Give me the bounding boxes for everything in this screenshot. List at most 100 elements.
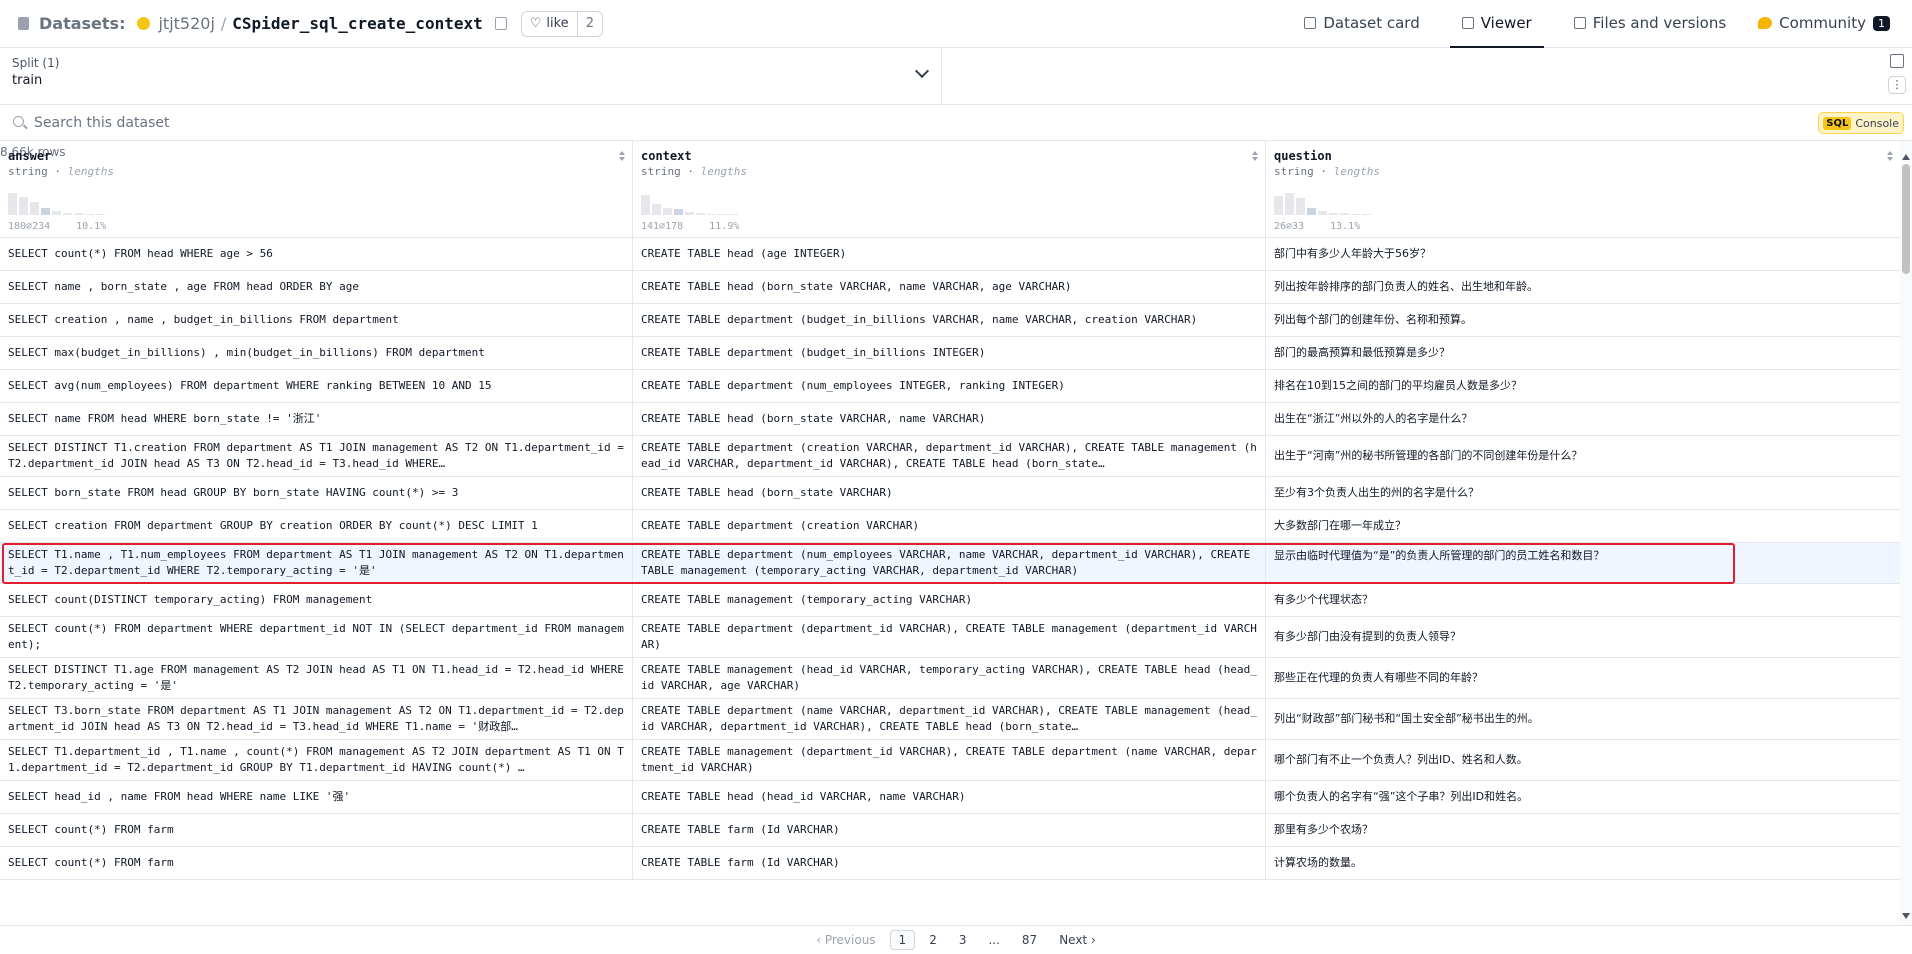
owner-link[interactable]: jtjt520j	[158, 14, 214, 33]
context-cell[interactable]: CREATE TABLE head (born_state VARCHAR, n…	[633, 271, 1266, 303]
scroll-thumb[interactable]	[1902, 164, 1910, 274]
context-cell[interactable]: CREATE TABLE head (born_state VARCHAR, n…	[633, 403, 1266, 435]
histogram-bar[interactable]	[1351, 214, 1360, 215]
answer-cell[interactable]: SELECT T3.born_state FROM department AS …	[0, 699, 633, 739]
answer-cell[interactable]: SELECT DISTINCT T1.age FROM management A…	[0, 658, 633, 698]
histogram-bar[interactable]	[652, 204, 661, 215]
tab-viewer[interactable]: Viewer	[1449, 0, 1544, 48]
histogram-bar[interactable]	[1318, 211, 1327, 215]
context-cell[interactable]: CREATE TABLE department (creation VARCHA…	[633, 436, 1266, 476]
sql-console-button[interactable]: SQL Console	[1818, 112, 1904, 134]
table-row[interactable]: SELECT count(DISTINCT temporary_acting) …	[0, 584, 1900, 617]
context-cell[interactable]: CREATE TABLE head (age INTEGER)	[633, 238, 1266, 270]
copy-icon[interactable]	[494, 17, 507, 30]
table-row[interactable]: SELECT name FROM head WHERE born_state !…	[0, 403, 1900, 436]
repo-name-link[interactable]: CSpider_sql_create_context	[232, 14, 482, 33]
table-row[interactable]: SELECT name , born_state , age FROM head…	[0, 271, 1900, 304]
sort-icon[interactable]	[1252, 151, 1259, 161]
histogram-bar[interactable]	[19, 197, 28, 215]
question-cell[interactable]: 部门的最高预算和最低预算是多少？	[1266, 337, 1900, 369]
question-cell[interactable]: 列出“财政部”部门秘书和“国土安全部”秘书出生的州。	[1266, 699, 1900, 739]
tab-files-and-versions[interactable]: Files and versions	[1572, 0, 1728, 48]
histogram-bar[interactable]	[8, 193, 17, 215]
question-cell[interactable]: 列出按年龄排序的部门负责人的姓名、出生地和年龄。	[1266, 271, 1900, 303]
column-header-context[interactable]: context string · lengths 141⌀178 11.9%	[633, 141, 1266, 238]
more-options-icon[interactable]: ⋮	[1888, 76, 1906, 94]
context-cell[interactable]: CREATE TABLE department (num_employees I…	[633, 370, 1266, 402]
answer-cell[interactable]: SELECT head_id , name FROM head WHERE na…	[0, 781, 633, 813]
answer-cell[interactable]: SELECT max(budget_in_billions) , min(bud…	[0, 337, 633, 369]
table-row[interactable]: SELECT creation , name , budget_in_billi…	[0, 304, 1900, 337]
context-cell[interactable]: CREATE TABLE department (budget_in_billi…	[633, 337, 1266, 369]
table-scrollbar[interactable]	[1900, 141, 1912, 925]
histogram-bar[interactable]	[1285, 193, 1294, 215]
context-cell[interactable]: CREATE TABLE department (creation VARCHA…	[633, 510, 1266, 542]
question-cell[interactable]: 计算农场的数量。	[1266, 847, 1900, 879]
question-cell[interactable]: 有多少个代理状态？	[1266, 584, 1900, 616]
table-row[interactable]: SELECT creation FROM department GROUP BY…	[0, 510, 1900, 543]
table-row[interactable]: SELECT count(*) FROM department WHERE de…	[0, 617, 1900, 658]
answer-cell[interactable]: SELECT T1.department_id , T1.name , coun…	[0, 740, 633, 780]
table-row[interactable]: SELECT count(*) FROM head WHERE age > 56…	[0, 238, 1900, 271]
question-cell[interactable]: 那里有多少个农场？	[1266, 814, 1900, 846]
table-row[interactable]: SELECT count(*) FROM farm CREATE TABLE fa…	[0, 814, 1900, 847]
split-select[interactable]: Split (1) train · 8.66k rows	[0, 48, 942, 159]
sort-icon[interactable]	[1887, 151, 1894, 161]
histogram-bar[interactable]	[85, 214, 94, 215]
answer-cell[interactable]: SELECT creation , name , budget_in_billi…	[0, 304, 633, 336]
histogram-bar[interactable]	[685, 212, 694, 215]
tab-community[interactable]: Community 1	[1756, 0, 1892, 48]
histogram-bar[interactable]	[1340, 213, 1349, 215]
sidebar-toggle-icon[interactable]	[1890, 54, 1904, 68]
context-cell[interactable]: CREATE TABLE department (name VARCHAR, d…	[633, 699, 1266, 739]
page-button[interactable]: 2	[921, 931, 945, 949]
histogram-bar[interactable]	[1362, 214, 1371, 215]
histogram-bar[interactable]	[663, 208, 672, 215]
answer-cell[interactable]: SELECT T1.name , T1.num_employees FROM d…	[0, 543, 633, 583]
context-cell[interactable]: CREATE TABLE department (department_id V…	[633, 617, 1266, 657]
context-cell[interactable]: CREATE TABLE farm (Id VARCHAR)	[633, 847, 1266, 879]
table-row[interactable]: SELECT DISTINCT T1.creation FROM departm…	[0, 436, 1900, 477]
page-button[interactable]: 1	[889, 930, 916, 950]
question-cell[interactable]: 哪个部门有不止一个负责人？列出ID、姓名和人数。	[1266, 740, 1900, 780]
answer-cell[interactable]: SELECT name , born_state , age FROM head…	[0, 271, 633, 303]
datasets-label[interactable]: Datasets:	[39, 14, 125, 33]
table-row[interactable]: SELECT born_state FROM head GROUP BY bor…	[0, 477, 1900, 510]
answer-cell[interactable]: SELECT count(*) FROM farm	[0, 814, 633, 846]
context-cell[interactable]: CREATE TABLE management (head_id VARCHAR…	[633, 658, 1266, 698]
page-button[interactable]: 87	[1014, 931, 1045, 949]
context-cell[interactable]: CREATE TABLE head (head_id VARCHAR, name…	[633, 781, 1266, 813]
histogram-bar[interactable]	[41, 208, 50, 215]
histogram-bar[interactable]	[674, 209, 683, 215]
histogram-bar[interactable]	[718, 214, 727, 215]
table-row[interactable]: SELECT T3.born_state FROM department AS …	[0, 699, 1900, 740]
question-cell[interactable]: 部门中有多少人年龄大于56岁？	[1266, 238, 1900, 270]
scroll-up-icon[interactable]	[1902, 154, 1910, 160]
column-header-question[interactable]: question string · lengths 26⌀33 13.1%	[1266, 141, 1900, 238]
context-cell[interactable]: CREATE TABLE management (temporary_actin…	[633, 584, 1266, 616]
previous-page-button[interactable]: ‹ Previous	[808, 931, 883, 949]
question-cell[interactable]: 显示由临时代理值为“是”的负责人所管理的部门的员工姓名和数目？	[1266, 543, 1900, 583]
histogram-bar[interactable]	[1296, 198, 1305, 215]
histogram-bar[interactable]	[707, 214, 716, 215]
question-cell[interactable]: 哪个负责人的名字有“强”这个子串？列出ID和姓名。	[1266, 781, 1900, 813]
histogram-bar[interactable]	[63, 213, 72, 215]
context-cell[interactable]: CREATE TABLE farm (Id VARCHAR)	[633, 814, 1266, 846]
answer-cell[interactable]: SELECT count(DISTINCT temporary_acting) …	[0, 584, 633, 616]
question-cell[interactable]: 出生于“河南”州的秘书所管理的各部门的不同创建年份是什么？	[1266, 436, 1900, 476]
tab-dataset-card[interactable]: Dataset card	[1302, 0, 1421, 48]
question-cell[interactable]: 大多数部门在哪一年成立？	[1266, 510, 1900, 542]
table-row[interactable]: SELECT head_id , name FROM head WHERE na…	[0, 781, 1900, 814]
answer-cell[interactable]: SELECT avg(num_employees) FROM departmen…	[0, 370, 633, 402]
next-page-button[interactable]: Next ›	[1051, 931, 1104, 949]
page-button[interactable]: 3	[951, 931, 975, 949]
context-cell[interactable]: CREATE TABLE department (num_employees V…	[633, 543, 1266, 583]
answer-cell[interactable]: SELECT born_state FROM head GROUP BY bor…	[0, 477, 633, 509]
question-cell[interactable]: 排名在10到15之间的部门的平均雇员人数是多少？	[1266, 370, 1900, 402]
histogram-bar[interactable]	[74, 213, 83, 215]
question-cell[interactable]: 至少有3个负责人出生的州的名字是什么？	[1266, 477, 1900, 509]
histogram-bar[interactable]	[1274, 196, 1283, 215]
table-row[interactable]: SELECT T1.name , T1.num_employees FROM d…	[0, 543, 1900, 584]
histogram-bar[interactable]	[641, 195, 650, 215]
column-header-answer[interactable]: answer string · lengths 180⌀234 10.1%	[0, 141, 633, 238]
